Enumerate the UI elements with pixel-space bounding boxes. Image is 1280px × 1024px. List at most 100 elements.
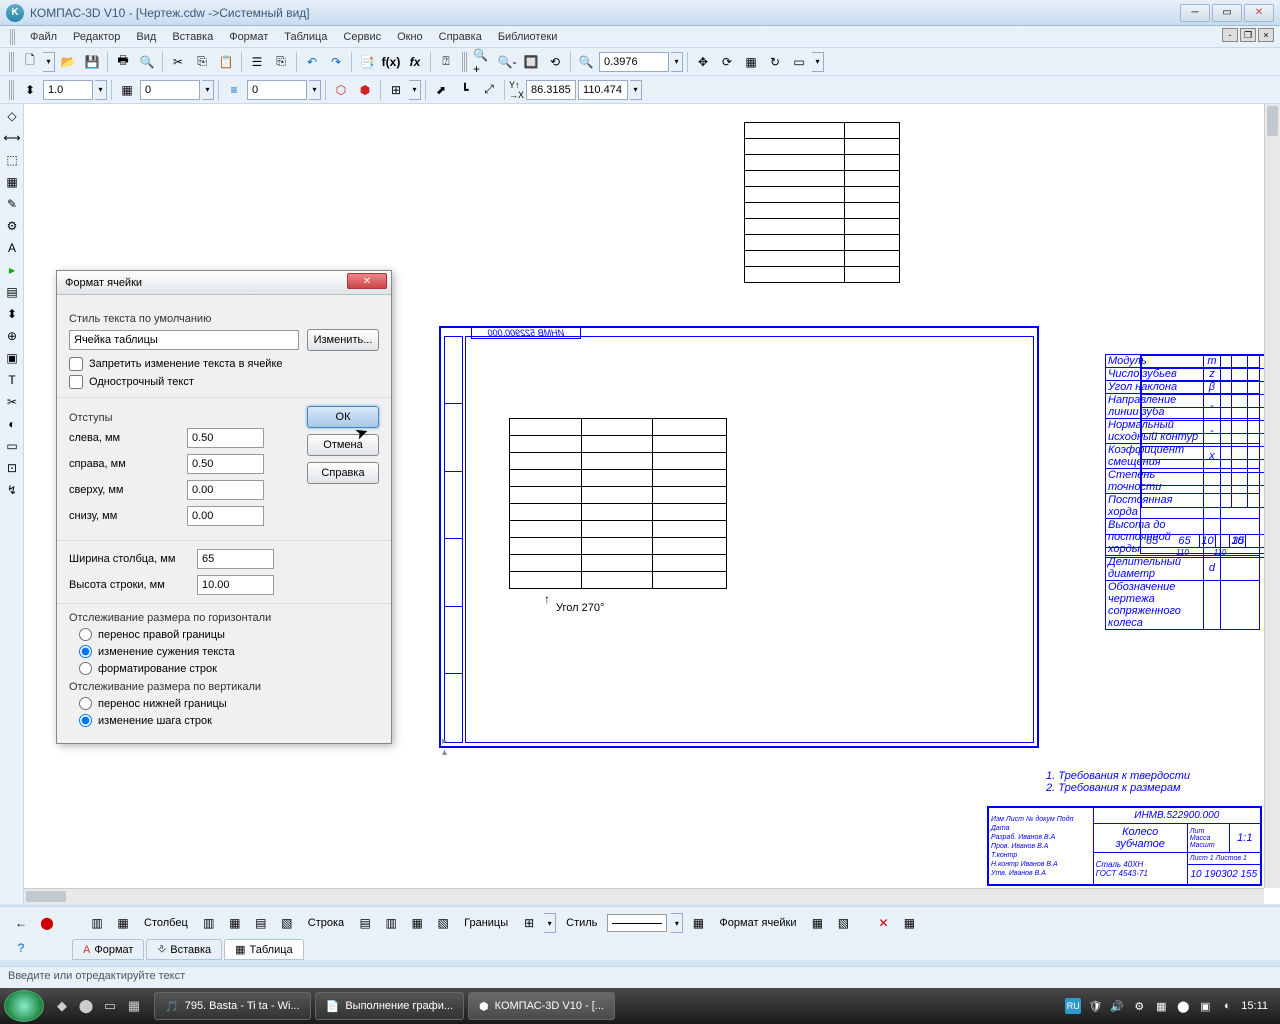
menu-editor[interactable]: Редактор [65, 28, 128, 46]
scale-dropdown[interactable]: ▾ [95, 80, 107, 100]
zoom-input[interactable] [599, 52, 669, 72]
ql-4[interactable]: ▦ [124, 996, 144, 1016]
bp-b1[interactable]: ⊞ [518, 912, 540, 934]
props-button[interactable]: ☰ [246, 51, 268, 73]
tool-more2[interactable]: ⊕ [2, 326, 22, 346]
snap1-button[interactable]: ⬡ [330, 79, 352, 101]
tool-more7[interactable]: ▭ [2, 436, 22, 456]
menu-help[interactable]: Справка [431, 28, 490, 46]
clock[interactable]: 15:11 [1241, 1000, 1268, 1012]
menu-table[interactable]: Таблица [276, 28, 335, 46]
ltype-input[interactable] [247, 80, 307, 100]
layer-input[interactable] [140, 80, 200, 100]
tool-more1[interactable]: ⬍ [2, 304, 22, 324]
tray-icon-2[interactable]: 🔊 [1109, 998, 1125, 1014]
lock-text-checkbox[interactable] [69, 357, 83, 371]
tool-spec[interactable]: ▤ [2, 282, 22, 302]
v-opt-1-radio[interactable] [79, 697, 92, 710]
zoom-fit-button[interactable]: 🔍 [575, 51, 597, 73]
new-button[interactable]: 🗋 [19, 51, 41, 73]
menu-service[interactable]: Сервис [335, 28, 389, 46]
v-opt-2-radio[interactable] [79, 714, 92, 727]
bp-r1[interactable]: ▤ [354, 912, 376, 934]
ok-button[interactable]: ОК [307, 406, 379, 428]
bp-r2[interactable]: ▥ [380, 912, 402, 934]
zoom-prev-button[interactable]: ⟲ [544, 51, 566, 73]
mdi-minimize[interactable]: - [1222, 28, 1238, 42]
bp-c2[interactable]: ▦ [224, 912, 246, 934]
tray-icon-5[interactable]: ⬤ [1175, 998, 1191, 1014]
menu-file[interactable]: Файл [22, 28, 65, 46]
help-button[interactable]: Справка [307, 462, 379, 484]
bp-c3[interactable]: ▤ [250, 912, 272, 934]
scrollbar-vertical[interactable] [1264, 104, 1280, 888]
zoom-window-button[interactable]: 🔲 [520, 51, 542, 73]
h-opt-3-radio[interactable] [79, 662, 92, 675]
paste-button[interactable]: 📋 [215, 51, 237, 73]
ortho3-button[interactable]: ⤢ [478, 79, 500, 101]
change-button[interactable]: Изменить... [307, 329, 379, 351]
scrollbar-horizontal[interactable] [24, 888, 1264, 904]
save-button[interactable]: 💾 [81, 51, 103, 73]
tab-format[interactable]: AФормат [72, 939, 144, 960]
bp-del[interactable]: ✕ [872, 912, 894, 934]
ltype-btn[interactable]: ≡ [223, 79, 245, 101]
tool-param[interactable]: ⚙ [2, 216, 22, 236]
layer-dropdown[interactable]: ▾ [202, 80, 214, 100]
indent-right-input[interactable] [187, 454, 264, 474]
tray-icon-6[interactable]: ▣ [1197, 998, 1213, 1014]
tool-more8[interactable]: ⊡ [2, 458, 22, 478]
undo-button[interactable]: ↶ [301, 51, 323, 73]
tray-icon-3[interactable]: ⚙ [1131, 998, 1147, 1014]
print-button[interactable]: 🖶 [112, 51, 134, 73]
coord-x-input[interactable] [526, 80, 576, 100]
grid-button[interactable]: ⊞ [385, 79, 407, 101]
state-btn[interactable]: ⬍ [19, 79, 41, 101]
zoom-dropdown[interactable]: ▾ [671, 52, 683, 72]
ql-3[interactable]: ▭ [100, 996, 120, 1016]
bp-arrow-left[interactable]: ← [10, 912, 32, 934]
tool-hatch[interactable]: ▦ [2, 172, 22, 192]
bp-tbl[interactable]: ▦ [687, 912, 709, 934]
zoom-in-button[interactable]: 🔍+ [472, 51, 494, 73]
indent-bottom-input[interactable] [187, 506, 264, 526]
style-dd[interactable]: ▾ [671, 913, 683, 933]
coord-y-input[interactable] [578, 80, 628, 100]
h-opt-2-radio[interactable] [79, 645, 92, 658]
tool-more4[interactable]: T [2, 370, 22, 390]
snap2-button[interactable]: ⬢ [354, 79, 376, 101]
tray-icon-7[interactable]: ◐ [1219, 998, 1235, 1014]
bp-c4[interactable]: ▧ [276, 912, 298, 934]
copy-button[interactable]: ⎘ [191, 51, 213, 73]
bp-f1[interactable]: ▦ [806, 912, 828, 934]
indent-left-input[interactable] [187, 428, 264, 448]
menu-libs[interactable]: Библиотеки [490, 28, 566, 46]
ortho-button[interactable]: ⬈ [430, 79, 452, 101]
mdi-restore[interactable]: ❐ [1240, 28, 1256, 42]
open-button[interactable]: 📂 [57, 51, 79, 73]
tool-text[interactable]: ⬚ [2, 150, 22, 170]
redo-button[interactable]: ↷ [325, 51, 347, 73]
bp-f2[interactable]: ▧ [832, 912, 854, 934]
maximize-button[interactable]: ▭ [1212, 4, 1242, 22]
menu-insert[interactable]: Вставка [164, 28, 221, 46]
grid-dropdown[interactable]: ▾ [409, 80, 421, 100]
layer-btn[interactable]: ▦ [116, 79, 138, 101]
tool-more9[interactable]: ↯ [2, 480, 22, 500]
redraw-button[interactable]: ↻ [764, 51, 786, 73]
close-button[interactable]: ✕ [1244, 4, 1274, 22]
style-input[interactable] [69, 330, 299, 350]
scale-input[interactable] [43, 80, 93, 100]
new-dropdown[interactable]: ▾ [43, 52, 55, 72]
tray-icon-1[interactable]: 🛡 [1087, 998, 1103, 1014]
ql-2[interactable]: ⬤ [76, 996, 96, 1016]
indent-top-input[interactable] [187, 480, 264, 500]
bp-c1[interactable]: ▥ [198, 912, 220, 934]
copy-props-button[interactable]: ⎘ [270, 51, 292, 73]
start-button[interactable] [4, 990, 44, 1022]
tab-insert[interactable]: ⎀Вставка [146, 939, 222, 960]
tab-table[interactable]: ▦Таблица [224, 939, 304, 960]
zoom-out-button[interactable]: 🔍- [496, 51, 518, 73]
bp-col-icon1[interactable]: ▥ [86, 912, 108, 934]
preview-button[interactable]: 🔍 [136, 51, 158, 73]
